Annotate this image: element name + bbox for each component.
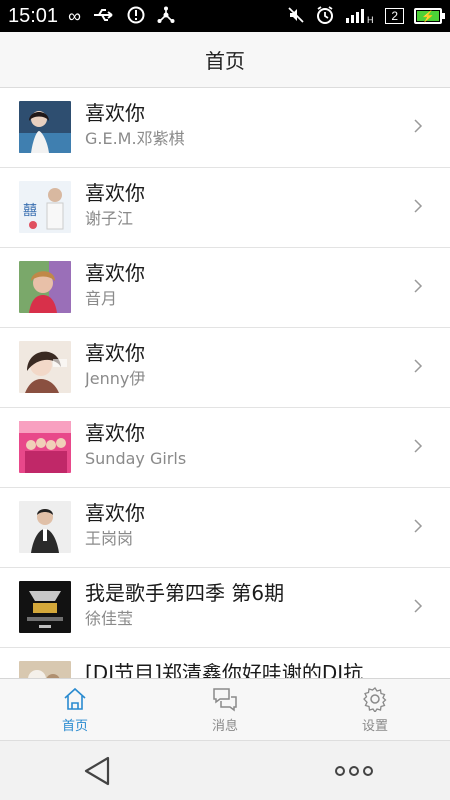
song-row[interactable]: 喜欢你 王岗岗 bbox=[0, 488, 450, 568]
settings-icon bbox=[363, 686, 387, 712]
status-time: 15:01 bbox=[8, 4, 59, 27]
song-text: 喜欢你 G.E.M.邓紫棋 bbox=[85, 100, 400, 150]
album-art-thumbnail bbox=[19, 661, 71, 678]
message-icon bbox=[213, 687, 237, 711]
song-row[interactable]: 喜欢你 Jenny伊 bbox=[0, 328, 450, 408]
tab-messages[interactable]: 消息 bbox=[150, 679, 300, 740]
album-art-thumbnail bbox=[19, 421, 71, 473]
system-nav-bar bbox=[0, 740, 450, 800]
song-text: 喜欢你 Jenny伊 bbox=[85, 340, 400, 390]
song-title: 喜欢你 bbox=[85, 101, 145, 125]
album-art-thumbnail bbox=[19, 501, 71, 553]
song-row[interactable]: 囍 喜欢你 谢子江 bbox=[0, 168, 450, 248]
more-icon[interactable] bbox=[334, 765, 374, 777]
home-icon bbox=[64, 687, 86, 710]
song-title: 喜欢你 bbox=[85, 341, 145, 365]
back-icon[interactable] bbox=[82, 755, 112, 787]
album-art-thumbnail bbox=[19, 261, 71, 313]
status-icons-left: ∞ bbox=[68, 6, 175, 27]
status-bar: 15:01 ∞ H 2 ⚡ bbox=[0, 0, 450, 32]
title-bar: 首页 bbox=[0, 32, 450, 88]
chevron-right-icon bbox=[414, 119, 423, 133]
signal-icon: H bbox=[345, 6, 375, 27]
song-artist: 徐佳莹 bbox=[85, 609, 134, 628]
song-artist: 谢子江 bbox=[85, 209, 134, 228]
song-row[interactable]: 喜欢你 G.E.M.邓紫棋 bbox=[0, 88, 450, 168]
sim-indicator: 2 bbox=[385, 8, 404, 24]
battery-icon: ⚡ bbox=[414, 8, 445, 24]
song-artist: 音月 bbox=[85, 289, 118, 308]
chevron-right-icon bbox=[414, 359, 423, 373]
chevron-right-icon bbox=[414, 439, 423, 453]
chevron-right-icon bbox=[414, 519, 423, 533]
song-artist: Sunday Girls bbox=[85, 449, 187, 468]
alarm-icon bbox=[315, 5, 335, 28]
screen: 15:01 ∞ H 2 ⚡ 首页 喜欢你 G.E.M.邓紫棋 囍 喜欢你 谢子江… bbox=[0, 0, 450, 800]
song-artist: Jenny伊 bbox=[85, 369, 146, 388]
album-art-thumbnail bbox=[19, 581, 71, 633]
page-title: 首页 bbox=[205, 49, 245, 73]
song-text: 我是歌手第四季 第6期 徐佳莹 bbox=[85, 580, 400, 630]
song-artist: G.E.M.邓紫棋 bbox=[85, 129, 185, 148]
song-text: 喜欢你 音月 bbox=[85, 260, 400, 310]
svg-text:囍: 囍 bbox=[23, 203, 37, 219]
song-artist: 王岗岗 bbox=[85, 529, 134, 548]
tab-settings-label: 设置 bbox=[361, 718, 388, 734]
chevron-right-icon bbox=[414, 599, 423, 613]
usb-icon bbox=[93, 7, 115, 26]
status-icons-right: H 2 ⚡ bbox=[287, 5, 445, 28]
tab-settings[interactable]: 设置 bbox=[300, 679, 450, 740]
song-row[interactable]: 喜欢你 Sunday Girls bbox=[0, 408, 450, 488]
share-hub-icon bbox=[157, 6, 175, 27]
song-title: 我是歌手第四季 第6期 bbox=[85, 581, 285, 605]
song-text: 喜欢你 王岗岗 bbox=[85, 500, 400, 550]
song-list: 喜欢你 G.E.M.邓紫棋 囍 喜欢你 谢子江 喜欢你 音月 喜欢你 Jenny… bbox=[0, 88, 450, 678]
chevron-right-icon bbox=[414, 279, 423, 293]
song-text: 喜欢你 Sunday Girls bbox=[85, 420, 400, 470]
alert-icon bbox=[127, 6, 145, 27]
song-row[interactable]: 我是歌手第四季 第6期 徐佳莹 bbox=[0, 568, 450, 648]
network-type-label: H bbox=[367, 15, 374, 24]
song-title: 喜欢你 bbox=[85, 501, 145, 525]
song-text: 喜欢你 谢子江 bbox=[85, 180, 400, 230]
song-title: 喜欢你 bbox=[85, 181, 145, 205]
song-title: 喜欢你 bbox=[85, 261, 145, 285]
song-row[interactable]: [DJ节目]郑清鑫你好哇谢的DJ抗 bbox=[0, 648, 450, 678]
mute-icon bbox=[287, 6, 305, 27]
bottom-tab-bar: 首页 消息 设置 bbox=[0, 678, 450, 740]
tab-messages-label: 消息 bbox=[211, 718, 238, 734]
album-art-thumbnail bbox=[19, 341, 71, 393]
album-art-thumbnail bbox=[19, 101, 71, 153]
tab-home-label: 首页 bbox=[61, 718, 88, 734]
song-row[interactable]: 喜欢你 音月 bbox=[0, 248, 450, 328]
chevron-right-icon bbox=[414, 199, 423, 213]
album-art-thumbnail: 囍 bbox=[19, 181, 71, 233]
infinity-icon: ∞ bbox=[68, 6, 81, 26]
song-text: [DJ节目]郑清鑫你好哇谢的DJ抗 bbox=[85, 660, 400, 678]
song-title: 喜欢你 bbox=[85, 421, 145, 445]
song-title: [DJ节目]郑清鑫你好哇谢的DJ抗 bbox=[85, 661, 364, 678]
tab-home[interactable]: 首页 bbox=[0, 679, 150, 740]
